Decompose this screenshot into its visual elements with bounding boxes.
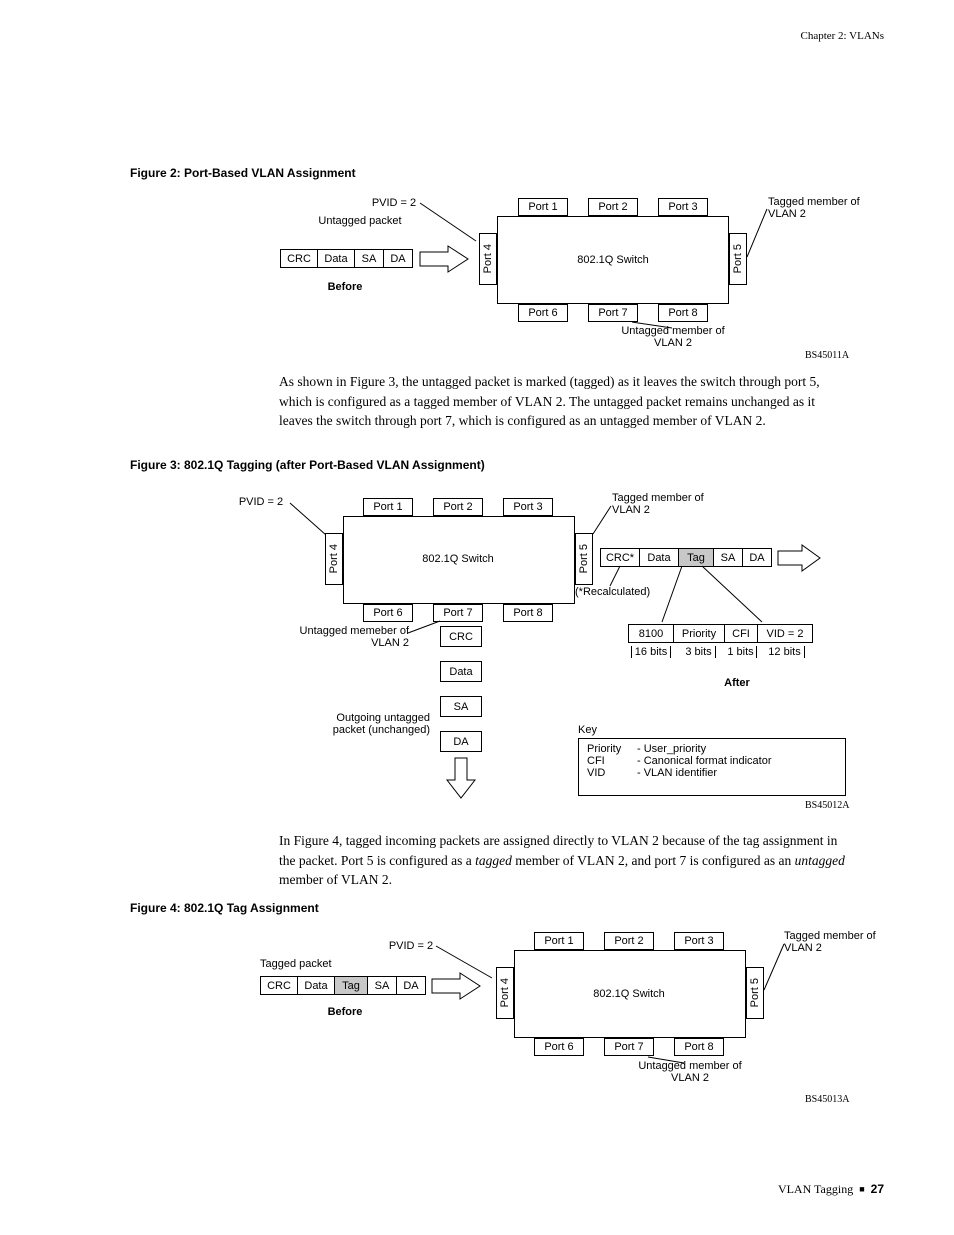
arrow-icon [430,973,490,999]
line-icon [408,621,443,635]
before-label: Before [315,281,375,293]
untagged-member-label: Untagged memeber of VLAN 2 [279,625,409,649]
pkt-da: DA [383,249,413,268]
vpkt-sa: SA [440,696,482,717]
pktout-crc: CRC* [600,548,640,567]
port7: Port 7 [588,304,638,322]
port1: Port 1 [534,932,584,950]
port7: Port 7 [604,1038,654,1056]
switch-label: 802.1Q Switch [393,553,523,565]
pktout-da: DA [742,548,772,567]
bits-12: 12 bits [757,646,813,658]
pkt-data: Data [317,249,355,268]
tagged-member-label: Tagged member of VLAN 2 [768,196,878,220]
untagged-member-label: Untagged member of VLAN 2 [608,325,738,349]
port1: Port 1 [518,198,568,216]
pvid-label: PVID = 2 [364,197,424,209]
port4: Port 4 [479,233,497,285]
pktout-sa: SA [713,548,743,567]
port5: Port 5 [729,233,747,285]
page-header: Chapter 2: VLANs [800,30,884,42]
body-paragraph-1: As shown in Figure 3, the untagged packe… [279,372,849,431]
pktout-data: Data [639,548,679,567]
pkt-data: Data [297,976,335,995]
pkt-tag: Tag [334,976,368,995]
figure3-caption: Figure 3: 802.1Q Tagging (after Port-Bas… [130,458,485,472]
port6: Port 6 [518,304,568,322]
key-title: Key [578,724,618,736]
pkt-sa: SA [367,976,397,995]
tagfield-cfi: CFI [724,624,758,643]
pvid-label: PVID = 2 [231,496,291,508]
pkt-sa: SA [354,249,384,268]
arrow-icon [418,246,478,272]
port6: Port 6 [363,604,413,622]
figure-number: BS45012A [805,800,849,811]
page-footer: VLAN Tagging ■ 27 [778,1182,884,1197]
line-icon [747,209,769,259]
vpkt-da: DA [440,731,482,752]
down-arrow-icon [447,756,475,800]
line-icon [290,503,330,543]
outgoing-label: Outgoing untagged packet (unchanged) [310,712,430,736]
pvid-line [420,203,480,263]
recalculated-label: (*Recalculated) [575,586,675,598]
line-icon [610,566,630,588]
port3: Port 3 [674,932,724,950]
port5: Port 5 [746,967,764,1019]
tagfield-tpid: 8100 [628,624,674,643]
tagged-member-label: Tagged member of VLAN 2 [784,930,894,954]
tagged-packet-label: Tagged packet [260,958,360,970]
pkt-da: DA [396,976,426,995]
port2: Port 2 [588,198,638,216]
switch-label: 802.1Q Switch [564,988,694,1000]
vpkt-data: Data [440,661,482,682]
port3: Port 3 [658,198,708,216]
pkt-crc: CRC [260,976,298,995]
tagged-member-label: Tagged member of VLAN 2 [612,492,722,516]
pvid-label: PVID = 2 [381,940,441,952]
key-box: Priority- User_priority CFI- Canonical f… [578,738,846,796]
figure4-caption: Figure 4: 802.1Q Tag Assignment [130,901,319,915]
bits-16: 16 bits [628,646,674,658]
arrow-icon [776,545,826,571]
port4: Port 4 [325,533,343,585]
before-label: Before [315,1006,375,1018]
port8: Port 8 [503,604,553,622]
port3: Port 3 [503,498,553,516]
port5: Port 5 [575,533,593,585]
line-icon [436,946,496,986]
figure-number: BS45011A [805,350,849,361]
port2: Port 2 [433,498,483,516]
untagged-member-label: Untagged member of VLAN 2 [625,1060,755,1084]
port4: Port 4 [496,967,514,1019]
port8: Port 8 [658,304,708,322]
vpkt-crc: CRC [440,626,482,647]
untagged-packet-label: Untagged packet [305,215,415,227]
port2: Port 2 [604,932,654,950]
line-icon [764,944,786,994]
port7: Port 7 [433,604,483,622]
switch-label: 802.1Q Switch [548,254,678,266]
pkt-crc: CRC [280,249,318,268]
figure2-caption: Figure 2: Port-Based VLAN Assignment [130,166,356,180]
tagfield-priority: Priority [673,624,725,643]
body-paragraph-2: In Figure 4, tagged incoming packets are… [279,831,849,890]
bits-3: 3 bits [673,646,725,658]
port6: Port 6 [534,1038,584,1056]
port8: Port 8 [674,1038,724,1056]
bits-1: 1 bits [722,646,760,658]
port1: Port 1 [363,498,413,516]
after-label: After [712,677,762,689]
pktout-tag: Tag [678,548,714,567]
fanout-lines [662,566,762,626]
figure-number: BS45013A [805,1094,849,1105]
tagfield-vid: VID = 2 [757,624,813,643]
